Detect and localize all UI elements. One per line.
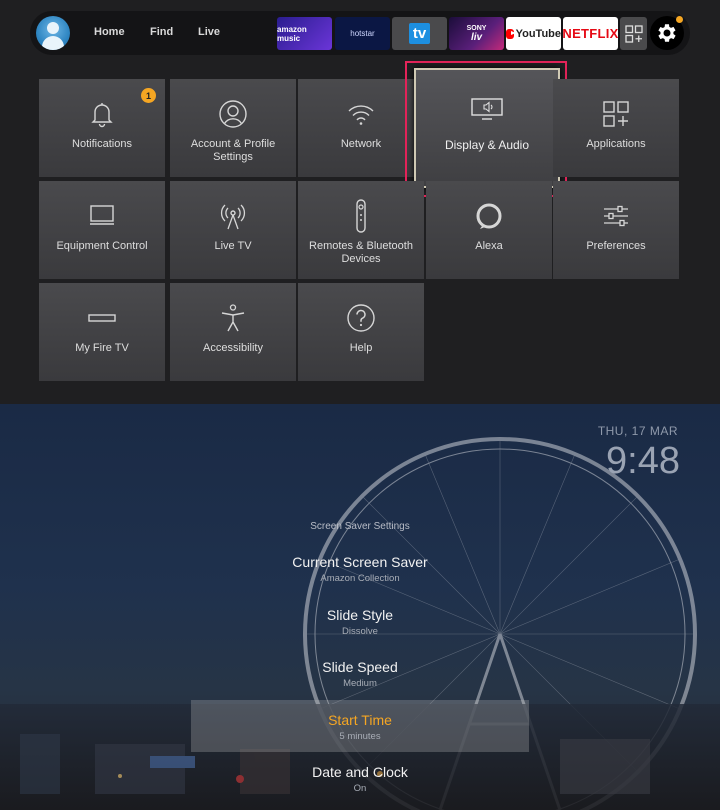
tile-label: Account & Profile Settings (190, 138, 276, 163)
menu-item-value: On (353, 783, 367, 794)
tile-help[interactable]: Help (298, 283, 424, 381)
menu-item-slide-style[interactable]: Slide Style Dissolve (0, 607, 720, 637)
menu-item-label: Slide Speed (322, 659, 398, 675)
youtube-play-icon (506, 28, 516, 39)
monitor-icon (90, 205, 114, 225)
app-tv[interactable]: tv (392, 17, 447, 50)
tile-equipment-control[interactable]: Equipment Control (39, 181, 165, 279)
menu-item-date-and-clock[interactable]: Date and Clock On (0, 764, 720, 794)
bell-icon (91, 103, 113, 128)
top-navigation-bar: Home Find Live amazon music hotstar tv S… (30, 11, 690, 55)
tile-label: Display & Audio (444, 138, 530, 152)
all-apps-button[interactable] (620, 17, 647, 50)
fire-tv-stick-icon (88, 314, 116, 322)
app-tv-label: tv (408, 23, 431, 44)
tile-notifications[interactable]: 1 Notifications (39, 79, 165, 177)
app-hotstar-label: hotstar (350, 29, 375, 38)
app-amazon-music-label: amazon music (277, 24, 307, 43)
app-sony-liv[interactable]: SONY liv (449, 17, 504, 50)
menu-item-value: 5 minutes (339, 731, 381, 742)
help-icon (347, 304, 375, 332)
apps-grid-icon (603, 101, 629, 127)
settings-screen: Home Find Live amazon music hotstar tv S… (0, 0, 720, 404)
menu-item-value: Amazon Collection (320, 573, 400, 584)
tile-accessibility[interactable]: Accessibility (170, 283, 296, 381)
gear-icon (658, 24, 676, 42)
nav-live[interactable]: Live (198, 26, 220, 38)
tile-label: My Fire TV (75, 342, 129, 354)
tile-account-profile-settings[interactable]: Account & Profile Settings (170, 79, 296, 177)
app-amazon-music[interactable]: amazon music (277, 17, 332, 50)
tile-label: Network (340, 138, 382, 150)
menu-item-value: Medium (343, 678, 377, 689)
menu-item-label: Date and Clock (312, 764, 408, 780)
tile-live-tv[interactable]: Live TV (170, 181, 296, 279)
tile-label: Preferences (586, 240, 646, 252)
tile-label: Remotes & Bluetooth Devices (309, 240, 413, 265)
tile-label: Help (349, 342, 373, 354)
user-circle-icon (219, 100, 247, 128)
tile-label: Alexa (475, 240, 503, 252)
app-hotstar[interactable]: hotstar (335, 17, 390, 50)
sliders-icon (604, 205, 628, 227)
screensaver-settings-screen: THU, 17 MAR 9:48 Screen Saver Settings C… (0, 404, 720, 810)
antenna-icon (220, 204, 246, 230)
clock-date: THU, 17 MAR (597, 424, 678, 438)
clock-time: 9:48 (606, 440, 680, 482)
menu-item-label: Start Time (328, 712, 392, 728)
menu-item-start-time[interactable]: Start Time 5 minutes (0, 712, 720, 742)
app-liv-label: liv (470, 31, 483, 43)
tile-label: Live TV (214, 240, 252, 252)
app-grid-icon (624, 24, 643, 43)
menu-item-value: Dissolve (342, 626, 378, 637)
menu-item-label: Slide Style (326, 607, 394, 623)
notification-badge: 1 (141, 88, 156, 103)
settings-notification-dot (676, 16, 683, 23)
app-sony-label: SONY (466, 24, 487, 32)
tile-label: Accessibility (203, 342, 263, 354)
display-audio-icon (471, 98, 503, 120)
tile-label: Applications (586, 138, 646, 150)
tile-alexa[interactable]: Alexa (426, 181, 552, 279)
tile-label: Notifications (72, 138, 132, 150)
tile-display-audio[interactable]: Display & Audio (414, 68, 560, 188)
remote-icon (356, 199, 366, 233)
tile-remotes-bluetooth[interactable]: Remotes & Bluetooth Devices (298, 181, 424, 279)
alexa-ring-icon (476, 203, 502, 229)
menu-item-label: Current Screen Saver (292, 554, 428, 570)
nav-find[interactable]: Find (150, 26, 173, 38)
tile-label: Equipment Control (56, 240, 148, 252)
screensaver-settings-title: Screen Saver Settings (310, 521, 410, 532)
app-netflix[interactable]: NETFLIX (563, 17, 618, 50)
tile-preferences[interactable]: Preferences (553, 181, 679, 279)
tile-my-fire-tv[interactable]: My Fire TV (39, 283, 165, 381)
nav-home[interactable]: Home (94, 26, 125, 38)
app-youtube-label: YouTube (515, 27, 561, 40)
profile-avatar[interactable] (36, 16, 70, 50)
wifi-icon (348, 105, 374, 125)
accessibility-icon (221, 304, 245, 332)
app-netflix-label: NETFLIX (563, 26, 618, 41)
tile-applications[interactable]: Applications (553, 79, 679, 177)
menu-item-slide-speed[interactable]: Slide Speed Medium (0, 659, 720, 689)
app-youtube[interactable]: YouTube (506, 17, 561, 50)
menu-item-current-screen-saver[interactable]: Current Screen Saver Amazon Collection (0, 554, 720, 584)
